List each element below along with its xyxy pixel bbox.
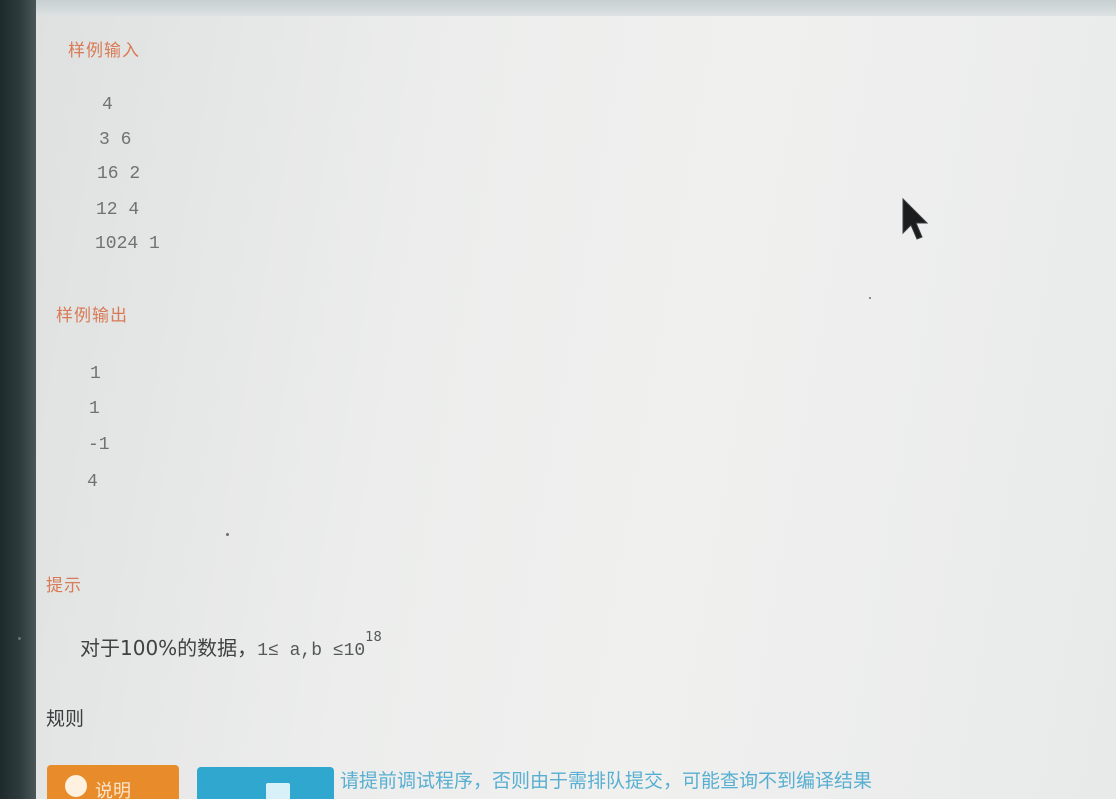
help-button-label: 说明 [95,781,131,799]
sample-input-line: 1024 1 [95,234,160,254]
hint-title: 提示 [46,576,82,596]
screen-speck [869,297,871,299]
sample-output-title: 样例输出 [56,306,128,326]
sample-input-line: 12 4 [96,200,140,220]
submit-notice: 请提前调试程序，否则由于需排队提交，可能查询不到编译结果 [340,770,873,792]
sample-output-line: 1 [89,399,100,419]
sample-input-line: 3 6 [99,130,132,150]
sample-input-line: 4 [102,95,113,115]
screen-speck [226,533,229,536]
mouse-cursor-icon [900,197,930,249]
problem-page [36,16,1116,799]
hint-prefix: 对于100%的数据， [80,636,258,660]
hint-exponent: 18 [365,630,382,645]
monitor-bezel [0,0,36,799]
submit-button[interactable] [197,767,334,799]
sample-output-line: -1 [88,435,110,455]
rules-title: 规则 [46,708,85,730]
help-button[interactable]: 说明 [47,765,179,799]
hint-text: 对于100%的数据，1≤ a,b ≤1018 [80,630,382,661]
sample-output-line: 1 [90,364,101,384]
sample-input-title: 样例输入 [68,41,140,61]
submit-icon [265,782,290,799]
sample-input-line: 16 2 [97,164,141,184]
screen-speck [18,637,21,640]
help-icon [65,775,87,797]
sample-output-line: 4 [87,472,98,492]
top-strip [36,0,1116,16]
hint-constraint: 1≤ a,b ≤10 [257,641,366,661]
